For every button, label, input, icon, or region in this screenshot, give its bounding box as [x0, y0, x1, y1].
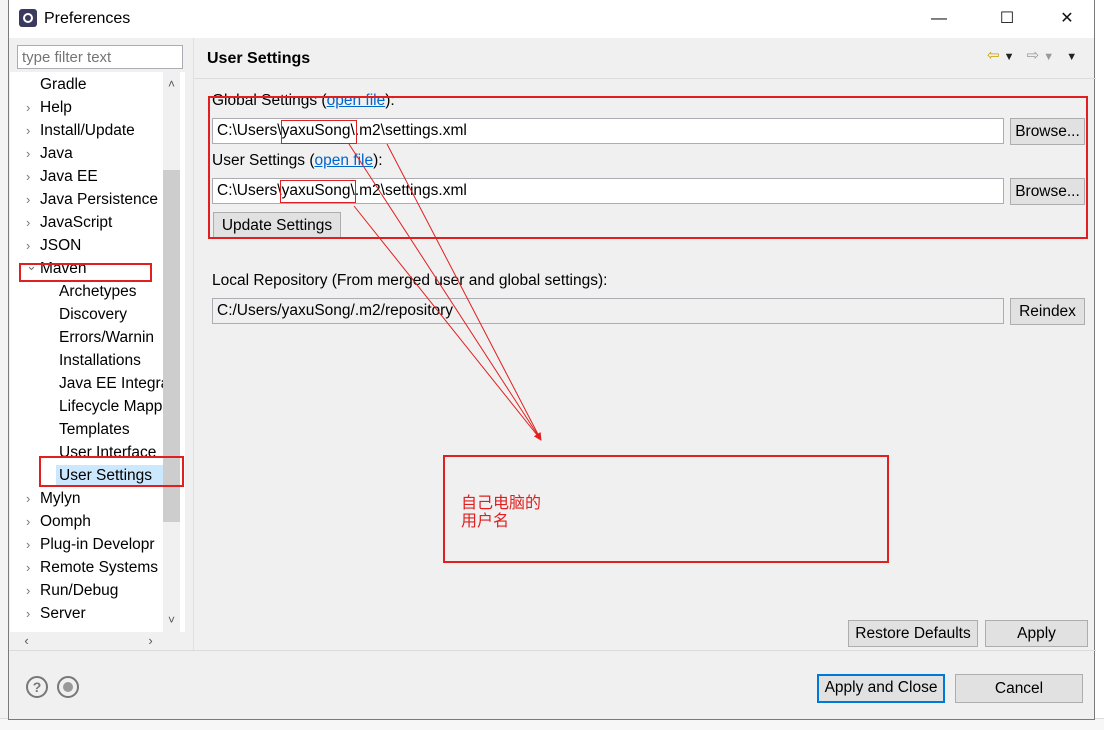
cancel-button[interactable]: Cancel	[955, 674, 1083, 703]
annotation-arrow-1b	[386, 143, 542, 441]
restore-defaults-button[interactable]: Restore Defaults	[848, 620, 978, 647]
footer-separator	[9, 650, 1096, 651]
import-export-icon[interactable]	[57, 676, 79, 698]
help-icon[interactable]: ?	[26, 676, 48, 698]
apply-and-close-button[interactable]: Apply and Close	[817, 674, 945, 703]
apply-button[interactable]: Apply	[985, 620, 1088, 647]
annotation-arrow-1	[348, 143, 542, 441]
annotation-arrow-2	[353, 205, 542, 441]
preferences-dialog: Preferences — ☐ ✕ Gradle ›Help ›Install/…	[8, 0, 1096, 720]
annotation-arrows	[348, 143, 542, 441]
